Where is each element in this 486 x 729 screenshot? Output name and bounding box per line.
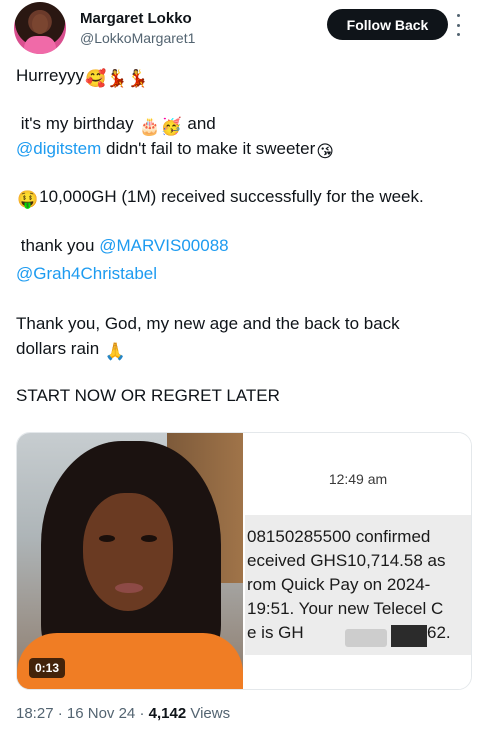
emoji-dance-icon: 🥰💃💃 (85, 69, 149, 88)
tweet-line-1: Hurreyyy🥰💃💃 (16, 64, 150, 91)
avatar-face (32, 14, 48, 34)
sms-blur (345, 629, 387, 647)
tweet-line-9: START NOW OR REGRET LATER (16, 384, 280, 408)
tweet-text-3: didn't fail to make it sweeter (106, 139, 316, 158)
tweet-text-4: 10,000GH (1M) received successfully for … (39, 187, 424, 206)
mention-grah4christabel[interactable]: @Grah4Christabel (16, 264, 157, 283)
author-name[interactable]: Margaret Lokko (80, 10, 192, 27)
more-options-icon[interactable] (452, 14, 464, 36)
emoji-kiss-icon: 😘 (316, 142, 334, 161)
video-eye-right (141, 535, 157, 542)
tweet-text-9: START NOW OR REGRET LATER (16, 386, 280, 405)
emoji-money-face-icon: 🤑 (17, 190, 39, 209)
video-eye-left (99, 535, 115, 542)
sms-line-1: 08150285500 confirmed (247, 527, 431, 546)
sms-redaction (391, 625, 427, 647)
tweet-line-6: @Grah4Christabel (16, 262, 157, 286)
mention-digitstem[interactable]: @digitstem (16, 139, 101, 158)
tweet-text-1: Hurreyyy (16, 66, 85, 85)
tweet-time[interactable]: 18:27 (16, 705, 54, 722)
tweet-text-2b: and (187, 114, 216, 133)
tweet-text-7: Thank you, God, my new age and the back … (16, 314, 400, 333)
sms-time: 12:49 am (328, 471, 388, 487)
tweet-header: Margaret Lokko @LokkoMargaret1 Follow Ba… (0, 0, 486, 60)
tweet-line-5: thank you @MARVIS00088 (16, 234, 229, 258)
video-thumbnail[interactable]: 0:13 (17, 433, 243, 689)
author-handle[interactable]: @LokkoMargaret1 (80, 30, 195, 46)
tweet-line-3: @digitstem didn't fail to make it sweete… (16, 137, 335, 164)
tweet-line-4: 🤑10,000GH (1M) received successfully for… (16, 185, 424, 212)
sms-screenshot[interactable]: 12:49 am 08150285500 confirmed eceived G… (243, 433, 471, 689)
tweet-media: 0:13 12:49 am 08150285500 confirmed ecei… (16, 432, 472, 690)
tweet-text-8: dollars rain (16, 339, 100, 358)
views-count: 4,142 (148, 705, 187, 722)
emoji-pray-icon: 🙏 (104, 342, 127, 361)
tweet-text-2a: it's my birthday (20, 114, 134, 133)
avatar[interactable] (14, 2, 66, 54)
sms-line-2: eceived GHS10,714.58 as (247, 551, 446, 570)
meta-separator: · (57, 705, 63, 722)
video-lips (115, 583, 143, 593)
emoji-cake-icon: 🎂🥳 (139, 117, 182, 136)
follow-back-button[interactable]: Follow Back (327, 9, 448, 40)
avatar-dress (24, 36, 56, 54)
sms-line-5: e is GH (247, 623, 304, 642)
mention-marvis[interactable]: @MARVIS00088 (99, 236, 228, 255)
video-duration-badge: 0:13 (29, 658, 66, 678)
tweet-text-5: thank you (20, 236, 95, 255)
views-label: Views (190, 705, 231, 722)
sms-line-6: 62. (427, 623, 451, 642)
video-face (83, 493, 173, 611)
tweet-line-8: dollars rain 🙏 (16, 337, 127, 364)
meta-separator: · (139, 705, 145, 722)
sms-line-4: 19:51. Your new Telecel C (247, 599, 444, 618)
tweet-meta: 18:27 · 16 Nov 24 · 4,142 Views (16, 705, 230, 722)
tweet-line-2: it's my birthday 🎂🥳 and (16, 112, 216, 139)
tweet-date[interactable]: 16 Nov 24 (67, 705, 135, 722)
tweet-line-7: Thank you, God, my new age and the back … (16, 312, 400, 336)
sms-line-3: rom Quick Pay on 2024- (247, 575, 431, 594)
